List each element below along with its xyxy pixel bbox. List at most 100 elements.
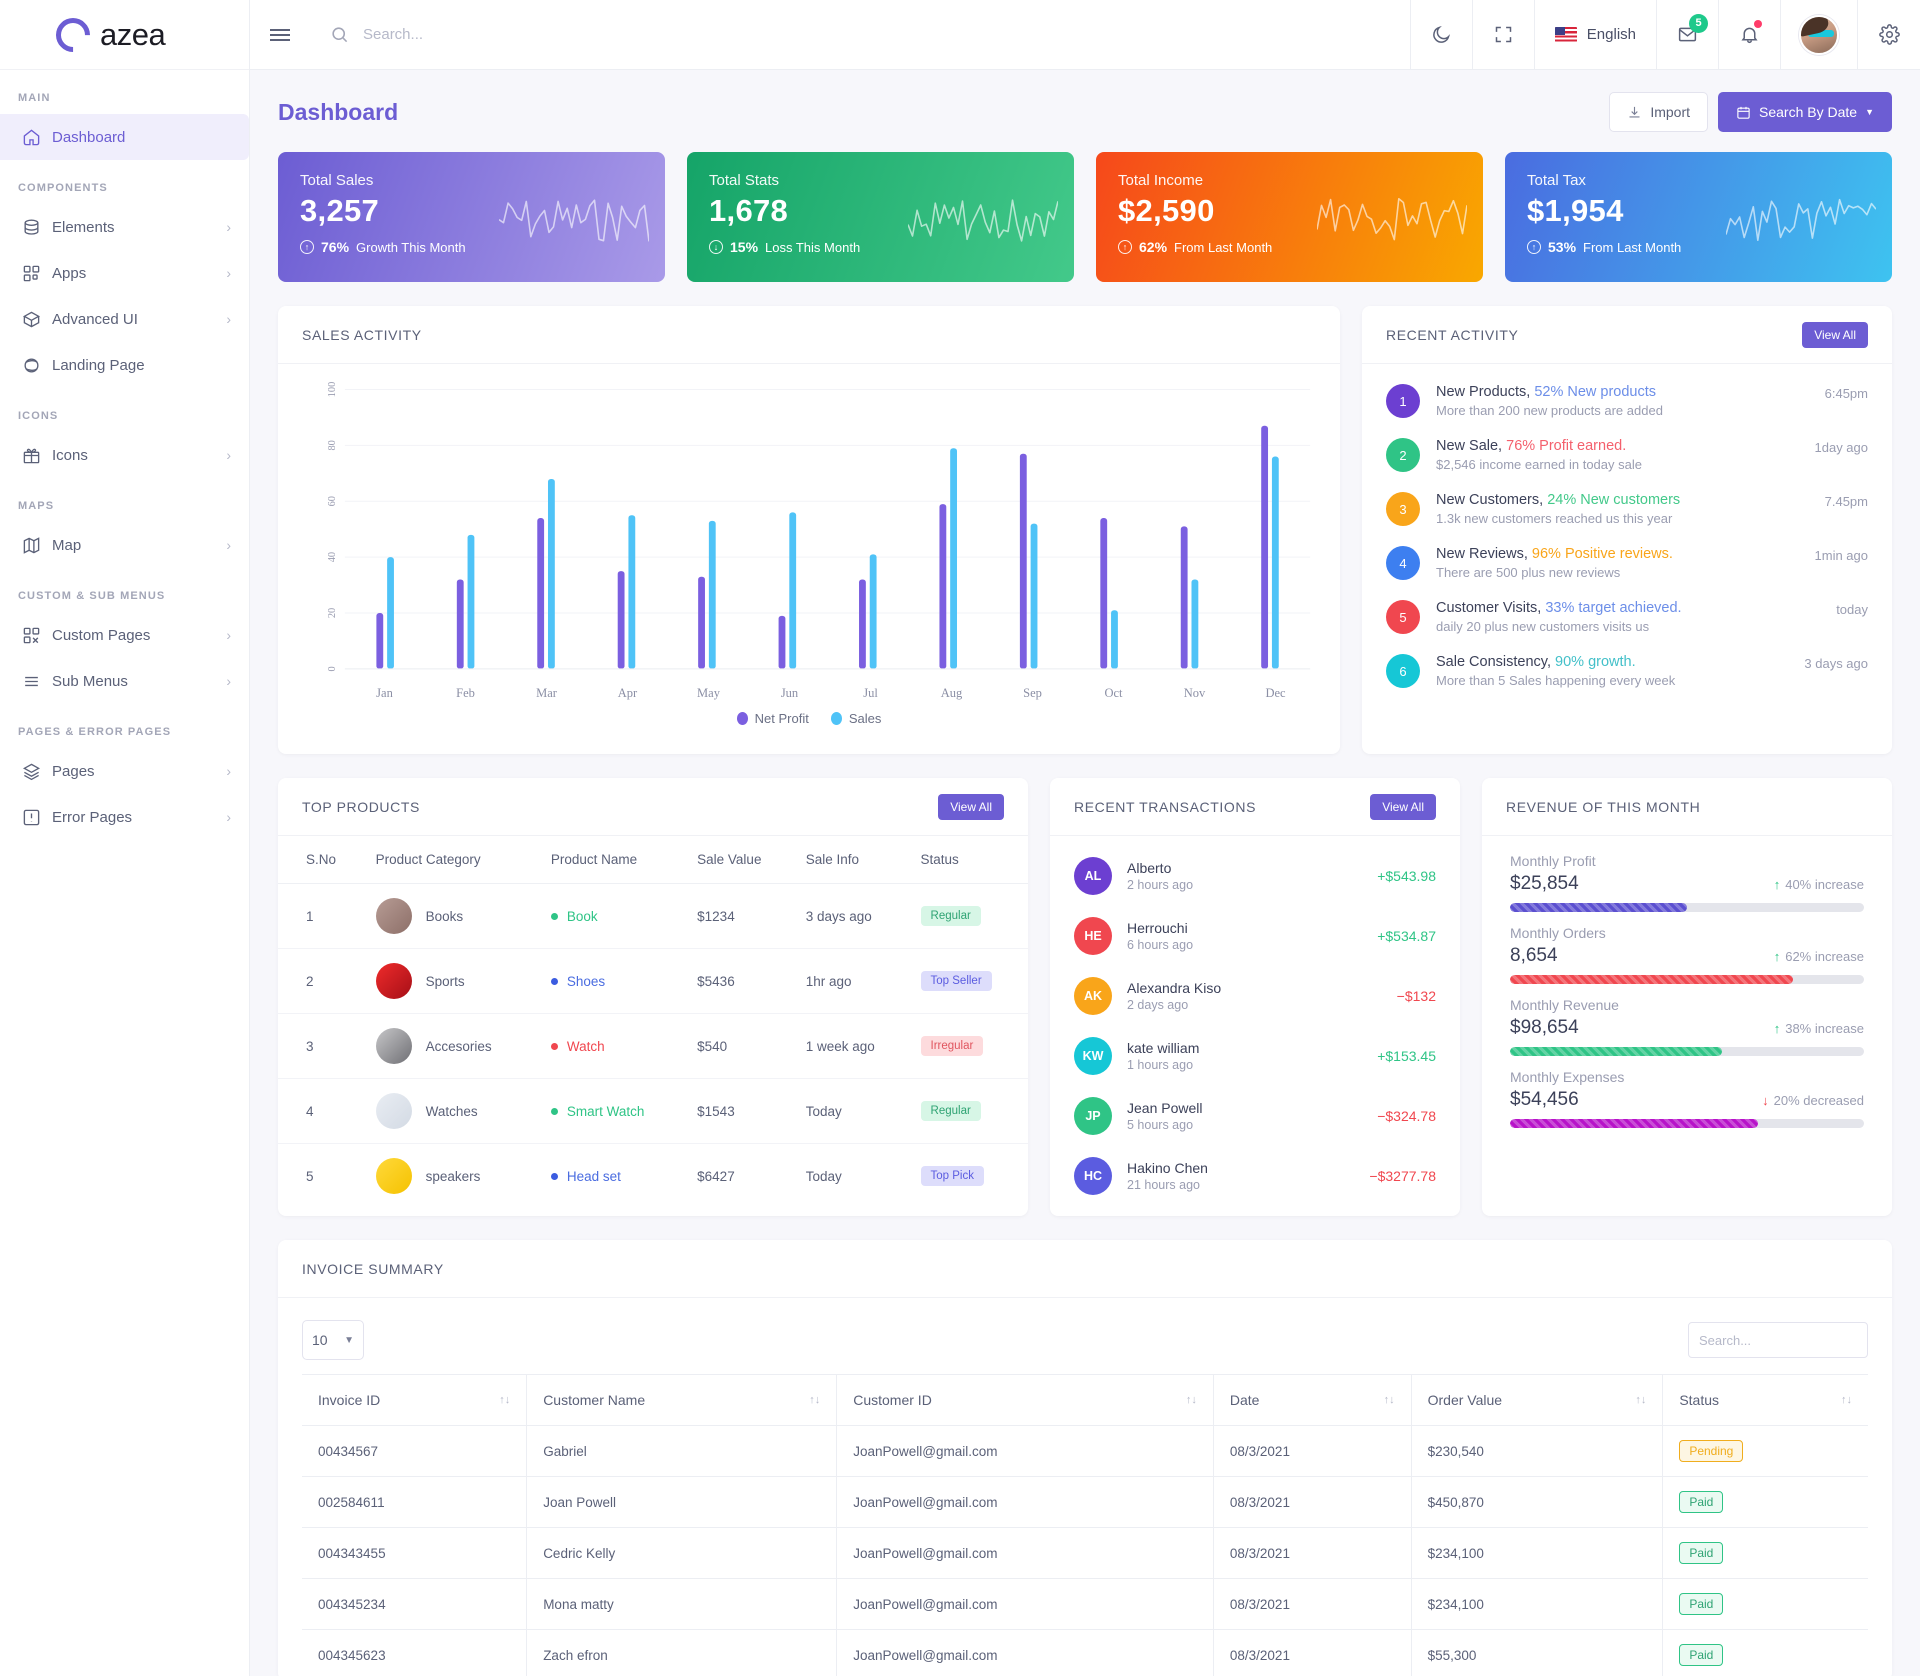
import-label: Import: [1650, 104, 1691, 120]
sidebar-item-elements[interactable]: Elements ›: [0, 204, 249, 250]
table-row: 004345623 Zach efron JoanPowell@gmail.com 0…: [302, 1629, 1868, 1676]
activity-title: New Sale, 76% Profit earned.: [1436, 438, 1627, 454]
brand[interactable]: azea: [0, 0, 249, 70]
recent-activity-view-all-button[interactable]: View All: [1802, 321, 1868, 348]
custom-grid-icon: [22, 626, 52, 645]
invoice-customer-id: JoanPowell@gmail.com: [836, 1425, 1214, 1477]
sort-icon: ↑↓: [1841, 1393, 1852, 1406]
sidebar-item-label: Error Pages: [52, 808, 133, 826]
top-products-column-header: Sale Info: [795, 836, 911, 884]
product-sno: 5: [306, 1168, 314, 1184]
messages-button[interactable]: 5: [1657, 0, 1719, 70]
sidebar-item-label: Landing Page: [52, 356, 145, 374]
revenue-value: $25,854: [1510, 873, 1579, 894]
transaction-time: 6 hours ago: [1127, 938, 1194, 952]
product-category: speakers: [425, 1168, 481, 1184]
recent-activity-title: RECENT ACTIVITY: [1386, 326, 1519, 343]
invoice-column-header[interactable]: Invoice ID ↑↓: [302, 1374, 528, 1426]
language-selector[interactable]: English: [1535, 0, 1657, 70]
top-products-card: TOP PRODUCTS View All S.No Product Catego…: [278, 778, 1028, 1216]
invoice-customer-name: Joan Powell: [526, 1476, 838, 1528]
sidebar-toggle-button[interactable]: [250, 26, 310, 44]
user-avatar-button[interactable]: [1781, 0, 1858, 70]
bar-chart-svg: 0 20 40 60 80 100: [327, 382, 1311, 671]
chart-x-tick: Jan: [376, 686, 393, 700]
top-products-view-all-button[interactable]: View All: [938, 793, 1004, 820]
legend-item[interactable]: Net Profit: [736, 711, 809, 726]
sidebar-item-map[interactable]: Map ›: [0, 522, 249, 568]
transaction-name: Herrouchi: [1127, 920, 1188, 936]
fullscreen-button[interactable]: [1473, 0, 1535, 70]
settings-button[interactable]: [1858, 0, 1920, 70]
transaction-avatar: JP: [1074, 1097, 1112, 1135]
us-flag-icon: [1554, 27, 1577, 42]
dark-mode-toggle[interactable]: [1411, 0, 1473, 70]
invoice-customer-id: JoanPowell@gmail.com: [836, 1476, 1214, 1528]
revenue-card: REVENUE OF THIS MONTH Monthly Profit $25,…: [1482, 778, 1892, 1216]
page-size-select[interactable]: 10 ▼: [302, 1320, 364, 1360]
progress-bar: [1510, 1119, 1864, 1128]
sidebar-item-dashboard[interactable]: Dashboard: [0, 114, 249, 160]
activity-time: 1min ago: [1814, 548, 1868, 563]
main-area: English 5 Dashboard: [250, 0, 1920, 1676]
sales-activity-title: SALES ACTIVITY: [302, 326, 422, 343]
invoice-date: 08/3/2021: [1212, 1476, 1412, 1528]
sidebar-item-sub-menus[interactable]: Sub Menus ›: [0, 658, 249, 704]
top-products-body: 1 Books Book $1234 3 days ago Regular 2 Sports S…: [278, 883, 1028, 1209]
status-dot: [550, 1172, 558, 1180]
chevron-right-icon: ›: [226, 219, 231, 235]
revenue-item: Monthly Profit $25,854 ↑ 40% increase: [1482, 844, 1892, 916]
invoice-column-header[interactable]: Order Value ↑↓: [1410, 1374, 1664, 1426]
search-by-date-label: Search By Date: [1759, 104, 1858, 120]
sidebar-item-custom-pages[interactable]: Custom Pages ›: [0, 612, 249, 658]
sales-activity-header: SALES ACTIVITY: [278, 306, 1340, 364]
transaction-name: Alberto: [1127, 860, 1172, 876]
invoice-column-header[interactable]: Status ↑↓: [1662, 1374, 1868, 1426]
chart-x-tick: Mar: [536, 686, 557, 700]
chevron-right-icon: ›: [226, 447, 231, 463]
box-icon: [22, 310, 52, 329]
invoice-table: Invoice ID ↑↓ Customer Name ↑↓ Customer ID ↑↓…: [302, 1374, 1868, 1676]
invoice-column-header[interactable]: Customer ID ↑↓: [836, 1374, 1214, 1426]
topbar: English 5: [250, 0, 1920, 70]
activity-time: 3 days ago: [1804, 656, 1868, 671]
sidebar-item-advanced-ui[interactable]: Advanced UI ›: [0, 296, 249, 342]
sort-icon: ↑↓: [499, 1393, 511, 1406]
row-tables: TOP PRODUCTS View All S.No Product Catego…: [278, 778, 1892, 1216]
sidebar-item-apps[interactable]: Apps ›: [0, 250, 249, 296]
status-dot: [550, 1107, 558, 1115]
headset-photo: [375, 1158, 412, 1194]
chart-x-tick: Dec: [1265, 686, 1286, 700]
top-products-head-row: S.No Product Category Product Name Sale Val…: [278, 836, 1028, 884]
top-products-column-header: Status: [910, 836, 1028, 884]
sidebar-item-pages[interactable]: Pages ›: [0, 748, 249, 794]
alert-icon: [22, 808, 52, 827]
revenue-label: Monthly Expenses: [1510, 1069, 1625, 1085]
sidebar-item-error-pages[interactable]: Error Pages ›: [0, 794, 249, 840]
activity-item: 1 New Products, 52% New products More than…: [1386, 374, 1868, 428]
notifications-button[interactable]: [1719, 0, 1781, 70]
import-button[interactable]: Import: [1609, 92, 1709, 132]
sidebar-section-title: MAPS: [18, 500, 55, 512]
search-input[interactable]: [363, 26, 1357, 43]
invoice-column-header[interactable]: Date ↑↓: [1212, 1374, 1412, 1426]
chevron-right-icon: ›: [226, 537, 231, 553]
invoice-column-header[interactable]: Customer Name ↑↓: [526, 1374, 838, 1426]
legend-label: Sales: [848, 711, 882, 726]
search-by-date-button[interactable]: Search By Date ▼: [1718, 92, 1892, 132]
product-name: Smart Watch: [566, 1103, 645, 1119]
product-category: Accesories: [425, 1038, 492, 1054]
status-badge: Paid: [1679, 1593, 1724, 1615]
product-sale-info: 3 days ago: [795, 883, 911, 949]
global-search[interactable]: [310, 0, 1411, 70]
transaction-avatar: HE: [1074, 917, 1112, 955]
status-badge: Pending: [1679, 1440, 1744, 1462]
legend-item[interactable]: Sales: [830, 711, 882, 726]
sidebar-section-title: COMPONENTS: [18, 182, 108, 194]
invoice-search-input[interactable]: [1688, 1322, 1868, 1358]
sidebar-item-icons[interactable]: Icons ›: [0, 432, 249, 478]
recent-transactions-view-all-button[interactable]: View All: [1370, 793, 1436, 820]
arrow-up-circle-icon: ↑: [300, 240, 314, 254]
sidebar-item-landing-page[interactable]: Landing Page: [0, 342, 249, 388]
svg-text:40: 40: [327, 552, 338, 562]
